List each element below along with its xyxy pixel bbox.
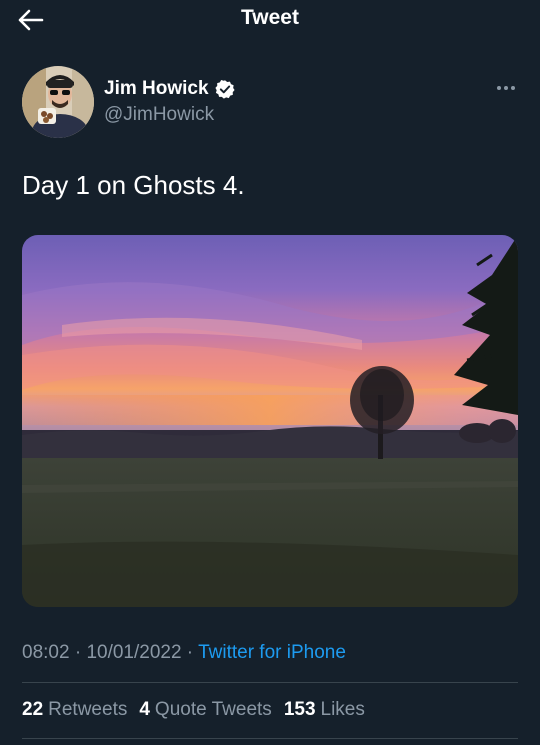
- meta-separator: ·: [181, 642, 199, 663]
- likes-label: Likes: [320, 699, 365, 720]
- retweets-label: Retweets: [48, 699, 128, 720]
- tweet-text: Day 1 on Ghosts 4.: [22, 170, 245, 200]
- divider: [22, 682, 518, 683]
- retweets-count: 22: [22, 699, 44, 720]
- sunrise-field-photo: [22, 235, 518, 607]
- more-horizontal-icon: [497, 86, 515, 90]
- retweets-stat[interactable]: 22 Retweets: [22, 699, 127, 721]
- tweet-source-link[interactable]: Twitter for iPhone: [198, 642, 346, 663]
- page-title: Tweet: [241, 6, 299, 29]
- quotes-count: 4: [139, 699, 150, 720]
- likes-stat[interactable]: 153 Likes: [284, 699, 365, 721]
- avatar[interactable]: [22, 66, 94, 138]
- quotes-label: Quote Tweets: [154, 699, 272, 720]
- more-options-button[interactable]: [494, 78, 518, 98]
- tweet-media[interactable]: [22, 235, 518, 607]
- tweet-meta: 08:02 · 10/01/2022 · Twitter for iPhone: [22, 642, 346, 664]
- divider: [22, 738, 518, 739]
- tweet-author: Jim Howick @JimHowick: [22, 66, 518, 138]
- tweet-date: 10/01/2022: [86, 642, 182, 663]
- tweet-stats: 22 Retweets 4 Quote Tweets 153 Likes: [22, 699, 377, 721]
- likes-count: 153: [283, 699, 316, 720]
- display-name[interactable]: Jim Howick: [104, 78, 209, 100]
- tweet-time: 08:02: [22, 642, 70, 663]
- top-bar: Tweet: [0, 0, 540, 44]
- verified-badge-icon: [214, 80, 235, 99]
- name-row: Jim Howick: [104, 78, 235, 100]
- user-handle[interactable]: @JimHowick: [104, 104, 214, 126]
- avatar-image: [22, 66, 94, 138]
- meta-separator: ·: [69, 642, 87, 663]
- quote-tweets-stat[interactable]: 4 Quote Tweets: [139, 699, 271, 721]
